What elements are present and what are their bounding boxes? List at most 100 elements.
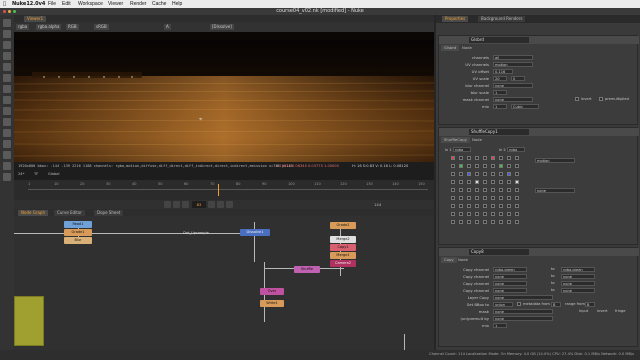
shuffle-checkbox[interactable] [475, 188, 479, 192]
shuffle-checkbox[interactable] [483, 188, 487, 192]
toolsets-tool-icon[interactable] [3, 151, 11, 159]
node-dot-upsample[interactable]: Dot_Upsample [176, 230, 216, 237]
layer-copy-dropdown[interactable]: none [493, 295, 553, 300]
mix-field[interactable]: 1 [493, 323, 507, 328]
shuffle-checkbox[interactable] [451, 204, 455, 208]
shuffle-checkbox[interactable] [467, 204, 471, 208]
shuffle-checkbox[interactable] [483, 220, 487, 224]
copy-channel-to[interactable]: none [561, 281, 595, 286]
node-copy1[interactable]: Copy1 [330, 244, 356, 251]
shuffle-checkbox[interactable] [467, 156, 471, 160]
views-tool-icon[interactable] [3, 129, 11, 137]
shuffle-checkbox[interactable] [515, 212, 519, 216]
shuffle-checkbox[interactable] [507, 220, 511, 224]
node-read1[interactable]: Read1 [64, 221, 92, 228]
shuffle-checkbox[interactable] [459, 196, 463, 200]
timeline[interactable]: 1 10 20 30 40 50 60 70 80 90 100 110 120… [14, 180, 434, 200]
shuffle-checkbox[interactable] [515, 220, 519, 224]
shuffle-checkbox[interactable] [475, 172, 479, 176]
channels-dropdown[interactable]: rgba [16, 24, 30, 30]
in1-dropdown[interactable]: rgba [453, 147, 471, 152]
shuffle-checkbox[interactable] [467, 172, 471, 176]
shuffle-checkbox[interactable] [507, 212, 511, 216]
shuffle-checkbox[interactable] [467, 220, 471, 224]
shuffle-checkbox[interactable] [507, 172, 511, 176]
skip-end-icon[interactable] [226, 201, 233, 208]
copy-channel-from[interactable]: rgba.green [493, 267, 527, 272]
shuffle-checkbox[interactable] [499, 220, 503, 224]
panel-node-name[interactable]: Glsbrd [469, 37, 529, 43]
shuffle-checkbox[interactable] [515, 204, 519, 208]
shuffle-checkbox[interactable] [515, 172, 519, 176]
menu-viewer[interactable]: Viewer [108, 1, 123, 7]
viewer-canvas[interactable]: ⌖ [14, 32, 434, 162]
image-tool-icon[interactable] [3, 19, 11, 27]
uv-scale-field-2[interactable]: 0 [511, 76, 525, 81]
shuffle-checkbox[interactable] [499, 196, 503, 200]
shuffle-checkbox[interactable] [475, 156, 479, 160]
current-frame-field[interactable]: 83 [192, 201, 206, 208]
shuffle-checkbox[interactable] [467, 188, 471, 192]
shuffle-checkbox[interactable] [515, 196, 519, 200]
shuffle-checkbox[interactable] [507, 164, 511, 168]
shuffle-checkbox[interactable] [451, 156, 455, 160]
layer-dropdown[interactable]: rgba.alpha [36, 24, 62, 30]
tab-background-renders[interactable]: Background Renders [478, 16, 526, 22]
shuffle-checkbox[interactable] [467, 196, 471, 200]
shuffle-checkbox[interactable] [491, 188, 495, 192]
range-from-dropdown[interactable]: B [585, 302, 595, 307]
shuffle-checkbox[interactable] [507, 196, 511, 200]
shuffle-checkbox[interactable] [467, 180, 471, 184]
node-dissolve1[interactable]: Dissolve1 [240, 229, 270, 236]
menu-edit[interactable]: Edit [62, 1, 71, 7]
app-menu[interactable]: Nuke12.0v4 [12, 1, 45, 7]
filter-dropdown[interactable]: Cubic [511, 104, 539, 109]
tab-properties[interactable]: Properties [442, 16, 469, 22]
menu-file[interactable]: File [48, 1, 56, 7]
panel-node-name[interactable]: ShuffleCopy1 [469, 129, 529, 135]
uv-scale-field[interactable]: 20 [493, 76, 507, 81]
blur-scale-field[interactable]: 1 [493, 90, 507, 95]
shuffle-checkbox[interactable] [483, 196, 487, 200]
shuffle-checkbox[interactable] [491, 180, 495, 184]
shuffle-checkbox[interactable] [451, 172, 455, 176]
shuffle-checkbox[interactable] [475, 212, 479, 216]
panel-tab-node[interactable]: Node [459, 45, 475, 51]
copy-channel-from[interactable]: none [493, 274, 527, 279]
in2-dropdown[interactable]: rgba [507, 147, 525, 152]
keyer-tool-icon[interactable] [3, 85, 11, 93]
shuffle-checkbox[interactable] [507, 188, 511, 192]
shuffle-checkbox[interactable] [467, 164, 471, 168]
filter-tool-icon[interactable] [3, 74, 11, 82]
invert-checkbox[interactable] [575, 97, 579, 101]
draw-tool-icon[interactable] [3, 30, 11, 38]
shuffle-checkbox[interactable] [483, 164, 487, 168]
node-merge1[interactable]: Merge1 [330, 252, 356, 259]
shuffle-checkbox[interactable] [451, 164, 455, 168]
furnace-tool-icon[interactable] [3, 173, 11, 181]
shuffle-checkbox[interactable] [467, 212, 471, 216]
shuffle-checkbox[interactable] [475, 180, 479, 184]
merge-tool-icon[interactable] [3, 96, 11, 104]
shuffle-checkbox[interactable] [459, 188, 463, 192]
shuffle-checkbox[interactable] [499, 188, 503, 192]
shuffle-checkbox[interactable] [451, 212, 455, 216]
shuffle-checkbox[interactable] [507, 204, 511, 208]
bbox-dropdown[interactable]: union [493, 302, 513, 307]
shuffle-checkbox[interactable] [475, 164, 479, 168]
shuffle-checkbox[interactable] [499, 180, 503, 184]
panel-tab-node[interactable]: Node [469, 137, 485, 143]
premultiplied-checkbox[interactable] [599, 97, 603, 101]
menu-workspace[interactable]: Workspace [78, 1, 103, 7]
close-button[interactable] [3, 10, 6, 13]
input-node-dropdown[interactable]: [Dissolve] [210, 24, 234, 30]
channels-dropdown[interactable]: all [493, 55, 533, 60]
fps-label[interactable]: 24* [18, 172, 24, 176]
transform-tool-icon[interactable] [3, 107, 11, 115]
color-tool-icon[interactable] [3, 63, 11, 71]
copy-channel-from[interactable]: none [493, 288, 527, 293]
output2-dropdown[interactable]: none [535, 188, 575, 193]
shuffle-checkbox[interactable] [491, 172, 495, 176]
3d-tool-icon[interactable] [3, 118, 11, 126]
mask-channel-dropdown[interactable]: none [493, 97, 533, 102]
